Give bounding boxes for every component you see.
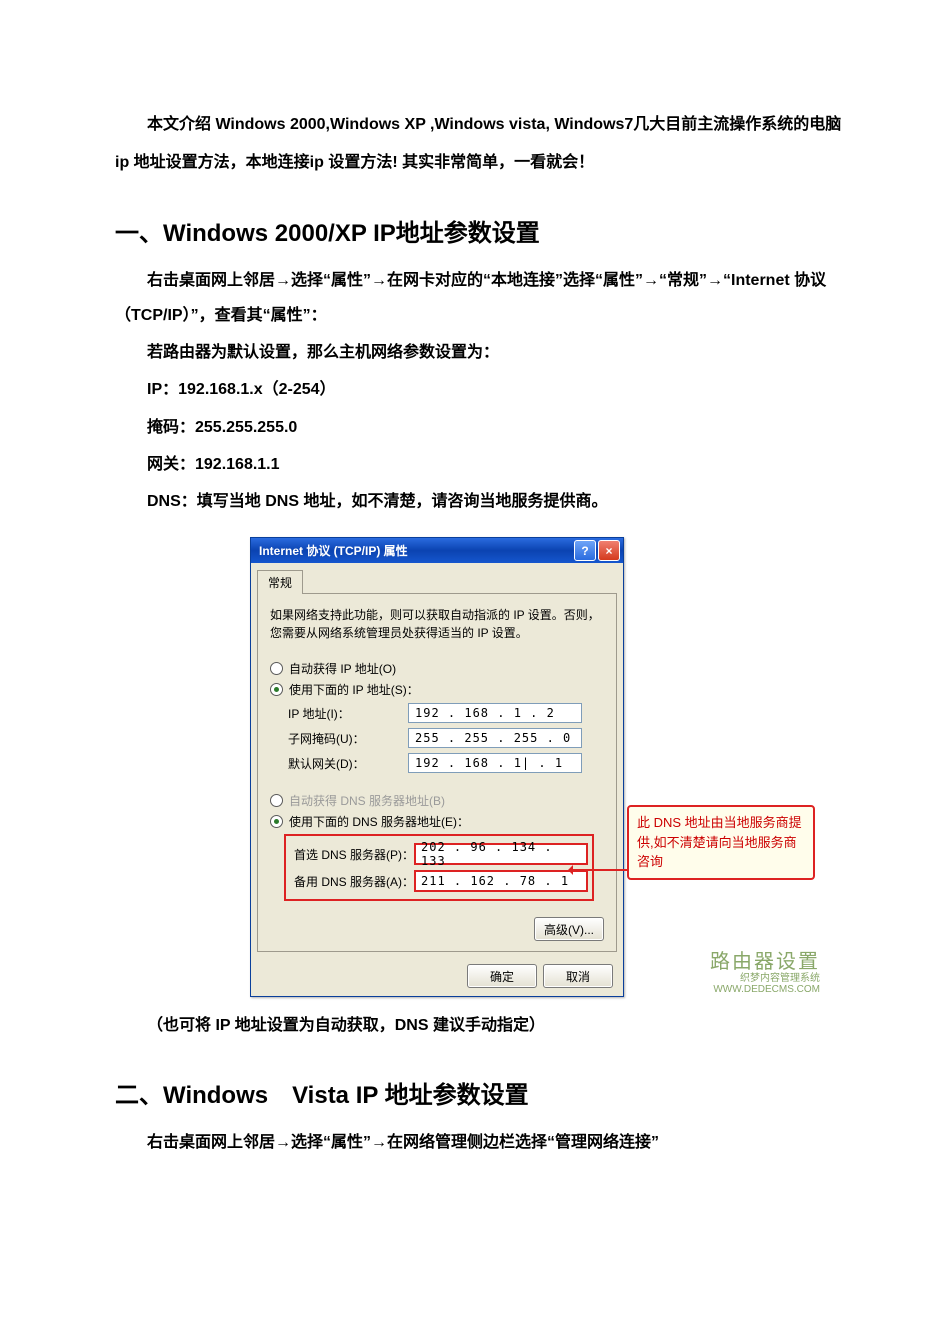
primary-dns-input[interactable]: 202 . 96 . 134 . 133 xyxy=(414,843,588,865)
ok-button[interactable]: 确定 xyxy=(467,964,537,988)
radio-icon xyxy=(270,794,283,807)
param-mask: 掩码：255.255.255.0 xyxy=(115,410,845,445)
section-1-title: 一、Windows 2000/XP IP地址参数设置 xyxy=(115,213,845,248)
watermark-sub2: WWW.DEDECMS.COM xyxy=(710,984,820,995)
radio-icon-selected xyxy=(270,683,283,696)
tab-panel-general: 如果网络支持此功能，则可以获取自动指派的 IP 设置。否则，您需要从网络系统管理… xyxy=(257,593,617,952)
gateway-label: 默认网关(D)： xyxy=(288,755,408,772)
ip-address-label: IP 地址(I)： xyxy=(288,705,408,722)
subnet-mask-label: 子网掩码(U)： xyxy=(288,730,408,747)
radio-use-ip-row[interactable]: 使用下面的 IP 地址(S)： xyxy=(270,681,604,698)
figure-caption: （也可将 IP 地址设置为自动获取，DNS 建议手动指定） xyxy=(115,1011,845,1035)
radio-auto-dns-row: 自动获得 DNS 服务器地址(B) xyxy=(270,792,604,809)
watermark-main: 路由器设置 xyxy=(710,951,820,973)
radio-auto-ip-label: 自动获得 IP 地址(O) xyxy=(289,660,396,677)
radio-use-dns-row[interactable]: 使用下面的 DNS 服务器地址(E)： xyxy=(270,813,604,830)
intro-paragraph: 本文介绍 Windows 2000,Windows XP ,Windows vi… xyxy=(115,106,845,183)
gateway-input[interactable]: 192 . 168 . 1| . 1 xyxy=(408,753,582,773)
param-dns: DNS：填写当地 DNS 地址，如不清楚，请咨询当地服务提供商。 xyxy=(115,484,845,519)
ip-address-input[interactable]: 192 . 168 . 1 . 2 xyxy=(408,703,582,723)
primary-dns-label: 首选 DNS 服务器(P)： xyxy=(294,846,414,863)
radio-use-dns-label: 使用下面的 DNS 服务器地址(E)： xyxy=(289,813,469,830)
radio-auto-ip-row[interactable]: 自动获得 IP 地址(O) xyxy=(270,660,604,677)
advanced-button[interactable]: 高级(V)... xyxy=(534,917,604,941)
dialog-titlebar: Internet 协议 (TCP/IP) 属性 ? × xyxy=(251,538,623,563)
cancel-button[interactable]: 取消 xyxy=(543,964,613,988)
arrow-icon xyxy=(569,869,629,871)
help-button[interactable]: ? xyxy=(574,540,596,561)
section-2-title: 二、Windows Vista IP 地址参数设置 xyxy=(115,1075,845,1110)
param-ip: IP：192.168.1.x（2-254） xyxy=(115,372,845,407)
dns-highlight-box: 首选 DNS 服务器(P)： 202 . 96 . 134 . 133 备用 D… xyxy=(284,834,594,901)
alt-dns-input[interactable]: 211 . 162 . 78 . 1 xyxy=(414,870,588,892)
radio-icon-selected xyxy=(270,815,283,828)
watermark-sub1: 织梦内容管理系统 xyxy=(710,973,820,984)
section-2-step: 右击桌面网上邻居→选择“属性”→在网络管理侧边栏选择“管理网络连接” xyxy=(115,1125,845,1160)
section-1-step: 右击桌面网上邻居→选择“属性”→在网卡对应的“本地连接”选择“属性”→“常规”→… xyxy=(115,263,845,333)
callout-text: 此 DNS 地址由当地服务商提供,如不清楚请向当地服务商咨询 xyxy=(637,815,802,869)
subnet-mask-input[interactable]: 255 . 255 . 255 . 0 xyxy=(408,728,582,748)
watermark: 路由器设置 织梦内容管理系统 WWW.DEDECMS.COM xyxy=(710,951,820,995)
dialog-description: 如果网络支持此功能，则可以获取自动指派的 IP 设置。否则，您需要从网络系统管理… xyxy=(270,606,604,642)
radio-icon xyxy=(270,662,283,675)
radio-use-ip-label: 使用下面的 IP 地址(S)： xyxy=(289,681,419,698)
screenshot-figure: Internet 协议 (TCP/IP) 属性 ? × 常规 如果网络支持此功能… xyxy=(250,537,810,997)
radio-auto-dns-label: 自动获得 DNS 服务器地址(B) xyxy=(289,792,445,809)
tab-general[interactable]: 常规 xyxy=(257,570,303,594)
tcpip-properties-dialog: Internet 协议 (TCP/IP) 属性 ? × 常规 如果网络支持此功能… xyxy=(250,537,624,997)
section-1-note: 若路由器为默认设置，那么主机网络参数设置为： xyxy=(115,335,845,370)
dns-callout: 此 DNS 地址由当地服务商提供,如不清楚请向当地服务商咨询 xyxy=(627,805,815,880)
alt-dns-label: 备用 DNS 服务器(A)： xyxy=(294,873,414,890)
dialog-title: Internet 协议 (TCP/IP) 属性 xyxy=(259,542,408,559)
close-button[interactable]: × xyxy=(598,540,620,561)
param-gateway: 网关：192.168.1.1 xyxy=(115,447,845,482)
